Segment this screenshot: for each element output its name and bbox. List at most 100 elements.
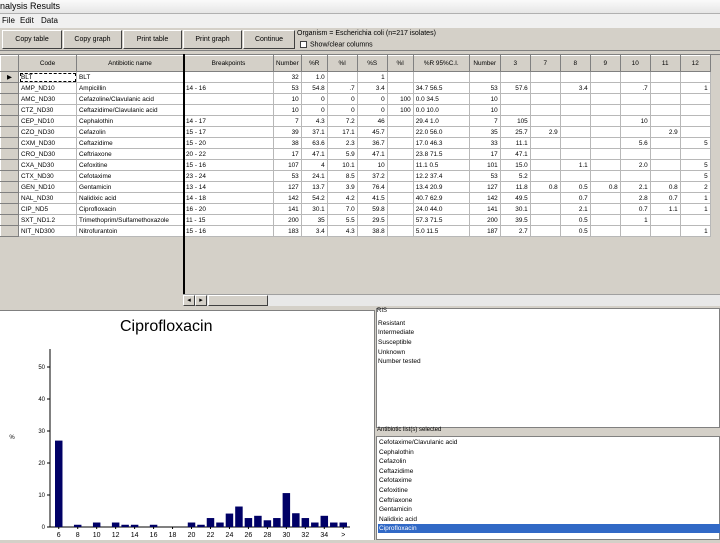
table-cell[interactable] [386, 203, 414, 215]
table-cell[interactable]: NAL_ND30 [18, 192, 77, 204]
table-cell[interactable]: 1 [679, 203, 711, 215]
table-cell[interactable]: 24.0 44.0 [412, 203, 470, 215]
table-cell[interactable] [386, 115, 414, 127]
table-cell[interactable]: 37.1 [300, 126, 328, 138]
table-cell[interactable] [386, 225, 414, 237]
table-row[interactable]: AMP_ND10 Ampicillin 14 - 16 53 54.8.7 3.4 34.7… [0, 82, 711, 94]
row-header[interactable] [0, 82, 19, 94]
row-header[interactable] [0, 104, 19, 116]
table-cell[interactable] [559, 115, 591, 127]
table-cell[interactable]: 8.5 [326, 170, 358, 182]
table-cell[interactable] [619, 170, 651, 182]
table-cell[interactable]: 4.3 [300, 115, 328, 127]
continue-button[interactable]: Continue [243, 30, 295, 49]
table-cell[interactable] [386, 170, 414, 182]
ris-item-number-tested[interactable]: Number tested [378, 358, 421, 365]
ris-item-unknown[interactable]: Unknown [378, 349, 405, 356]
table-cell[interactable]: 25.7 [499, 126, 531, 138]
table-cell[interactable]: 7 [468, 115, 501, 127]
table-cell[interactable]: CZO_ND30 [18, 126, 77, 138]
table-cell[interactable]: 35 [300, 214, 328, 226]
table-cell[interactable]: 7.2 [326, 115, 358, 127]
table-cell[interactable]: 7.0 [326, 203, 358, 215]
table-cell[interactable]: 100 [386, 104, 414, 116]
table-cell[interactable] [559, 71, 591, 83]
column-header[interactable]: 7 [529, 55, 561, 72]
table-cell[interactable]: 4.3 [326, 225, 358, 237]
table-cell[interactable]: 3.4 [356, 82, 388, 94]
table-cell[interactable]: 37.2 [356, 170, 388, 182]
table-cell[interactable]: 46 [356, 115, 388, 127]
table-cell[interactable]: 13 - 14 [183, 181, 274, 193]
current-row-indicator-icon[interactable]: ▶ [0, 71, 19, 83]
table-cell[interactable]: 0.5 [559, 225, 591, 237]
table-cell[interactable]: 35 [468, 126, 501, 138]
table-cell[interactable]: 11 - 15 [183, 214, 274, 226]
table-cell[interactable]: 76.4 [356, 181, 388, 193]
table-cell[interactable] [649, 225, 681, 237]
table-cell[interactable]: 15 - 20 [183, 137, 274, 149]
table-cell[interactable] [326, 71, 358, 83]
table-cell[interactable]: 187 [468, 225, 501, 237]
table-cell[interactable] [529, 137, 561, 149]
table-cell[interactable] [679, 93, 711, 105]
menu-edit[interactable]: Edit [20, 16, 34, 25]
table-cell[interactable]: 10.1 [326, 159, 358, 171]
table-cell[interactable] [589, 170, 621, 182]
table-cell[interactable] [183, 93, 274, 105]
table-cell[interactable] [619, 225, 651, 237]
row-header[interactable] [0, 159, 19, 171]
table-cell[interactable] [468, 71, 501, 83]
table-cell[interactable] [589, 148, 621, 160]
table-cell[interactable] [619, 148, 651, 160]
scrollbar-thumb[interactable] [208, 295, 268, 306]
table-cell[interactable]: 1 [619, 214, 651, 226]
table-cell[interactable] [679, 126, 711, 138]
table-cell[interactable]: 3.9 [326, 181, 358, 193]
table-cell[interactable]: Ceftazidime/Clavulanic acid [76, 104, 184, 116]
horizontal-scrollbar[interactable]: ◂ ▸ [183, 294, 720, 306]
table-cell[interactable]: 3.4 [300, 225, 328, 237]
table-cell[interactable]: 23.8 71.5 [412, 148, 470, 160]
scroll-left-arrow-icon[interactable]: ◂ [183, 295, 195, 306]
table-cell[interactable]: Nalidixic acid [76, 192, 184, 204]
table-cell[interactable]: Trimethoprim/Sulfamethoxazole [76, 214, 184, 226]
table-cell[interactable]: 101 [468, 159, 501, 171]
table-cell[interactable] [559, 148, 591, 160]
table-cell[interactable] [649, 115, 681, 127]
table-cell[interactable]: 100 [386, 93, 414, 105]
table-cell[interactable]: 5 [679, 159, 711, 171]
table-cell[interactable]: 5.0 11.5 [412, 225, 470, 237]
table-cell[interactable] [529, 148, 561, 160]
column-header[interactable]: Number [468, 55, 501, 72]
table-cell[interactable]: 10 [468, 93, 501, 105]
table-cell[interactable] [589, 82, 621, 94]
table-cell[interactable]: 0.0 34.5 [412, 93, 470, 105]
table-cell[interactable] [679, 148, 711, 160]
table-cell[interactable]: 0.8 [589, 181, 621, 193]
table-cell[interactable]: 5.5 [326, 214, 358, 226]
table-cell[interactable]: CXM_ND30 [18, 137, 77, 149]
table-cell[interactable]: 11.1 0.5 [412, 159, 470, 171]
table-cell[interactable]: 5.9 [326, 148, 358, 160]
table-cell[interactable]: 47.1 [300, 148, 328, 160]
table-cell[interactable]: 2.9 [649, 126, 681, 138]
row-header[interactable] [0, 181, 19, 193]
table-cell[interactable]: 105 [499, 115, 531, 127]
table-cell[interactable]: 38 [273, 137, 302, 149]
table-cell[interactable]: 5 [679, 137, 711, 149]
table-cell[interactable]: 45.7 [356, 126, 388, 138]
table-cell[interactable]: 141 [468, 203, 501, 215]
antibiotic-list-item[interactable]: Nalidixic acid [378, 515, 720, 524]
table-cell[interactable] [386, 159, 414, 171]
table-cell[interactable] [679, 71, 711, 83]
table-cell[interactable]: 59.8 [356, 203, 388, 215]
table-cell[interactable]: 2.7 [499, 225, 531, 237]
table-cell[interactable]: Ceftriaxone [76, 148, 184, 160]
table-cell[interactable] [529, 203, 561, 215]
table-cell[interactable] [529, 214, 561, 226]
table-cell[interactable]: Ampicillin [76, 82, 184, 94]
row-header[interactable] [0, 203, 19, 215]
table-cell[interactable] [589, 104, 621, 116]
table-cell[interactable] [679, 115, 711, 127]
